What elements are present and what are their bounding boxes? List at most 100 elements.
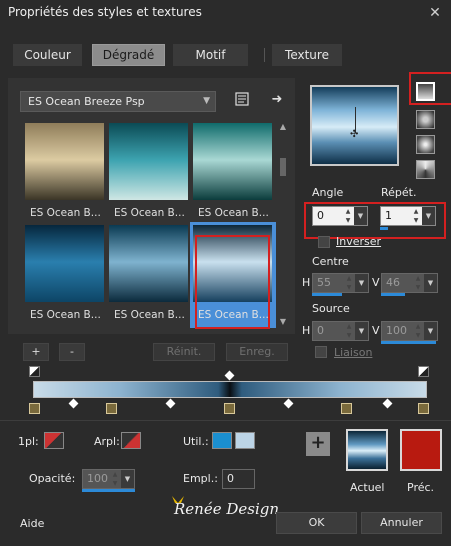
source-h-field[interactable]: 0 ▲ ▼ ▼ [312,321,369,341]
color-stop-icon[interactable] [29,403,40,414]
add-to-swatches-button[interactable]: + [306,432,330,456]
source-v-slider-bar[interactable] [381,341,436,344]
radial-style-icon[interactable] [416,135,435,154]
linear-style-icon[interactable] [416,82,435,101]
pl-label: 1pl: [18,435,39,448]
centre-v-label: V [372,276,380,289]
opacity-stop-left-icon[interactable] [29,366,40,377]
swatch-label: ES Ocean B... [198,207,269,219]
preset-browse-icon[interactable] [234,92,250,108]
previous-preview[interactable] [400,429,442,471]
user-color-2-swatch[interactable] [235,432,255,449]
scroll-thumb[interactable] [280,158,286,176]
sunburst-style-icon[interactable] [416,160,435,179]
remove-preset-button[interactable]: - [59,343,85,361]
color-stop-icon[interactable] [341,403,352,414]
reset-button[interactable]: Réinit. [153,343,215,361]
source-v-field[interactable]: 100 ▲ ▼ ▼ [381,321,438,341]
color-stop-icon[interactable] [418,403,429,414]
repeat-field[interactable]: 1 ▲ ▼ ▼ [380,206,436,226]
opacity-slider-bar[interactable] [82,489,135,492]
arrow-right-icon[interactable]: ➜ [269,92,285,108]
angle-label: Angle [312,186,344,199]
gradient-bar[interactable] [33,381,427,398]
location-value: 0 [227,472,234,485]
invert-label: Inverser [336,235,382,248]
gradient-swatch[interactable] [25,123,104,200]
location-field[interactable]: 0 [222,469,255,489]
source-v-label: V [372,324,380,337]
chevron-down-icon[interactable]: ▼ [424,322,437,340]
scroll-down-icon[interactable]: ▼ [278,317,288,327]
centre-h-label: H [302,276,311,289]
opacity-midpoint-icon[interactable] [224,370,235,381]
color-stop-icon[interactable] [224,403,235,414]
chevron-down-icon: ▼ [203,96,210,106]
source-h-label: H [302,324,311,337]
chevron-down-icon[interactable]: ▼ [355,322,368,340]
gradient-swatch[interactable] [25,225,104,302]
angle-field[interactable]: 0 ▲ ▼ ▼ [312,206,368,226]
chevron-down-icon[interactable]: ▼ [424,274,437,292]
gradient-swatch[interactable] [109,123,188,200]
rectangular-style-icon[interactable] [416,110,435,129]
tab-texture[interactable]: Texture [272,44,342,66]
center-crosshair-icon: ✣ [350,129,359,140]
cancel-button[interactable]: Annuler [361,512,442,534]
annotation-box-swatch [195,235,270,329]
centre-v-slider-bar[interactable] [381,293,405,296]
invert-checkbox[interactable] [318,236,330,248]
foreground-stop-icon[interactable] [44,432,64,449]
swatch-scrollbar[interactable]: ▲ ▼ [278,122,288,327]
spin-arrows-icon[interactable]: ▲ ▼ [110,470,120,488]
gradient-swatch[interactable] [193,123,272,200]
color-midpoint-icon[interactable] [165,398,176,409]
window-title: Propriétés des styles et textures [8,5,202,19]
opacity-field[interactable]: 100 ▲ ▼ ▼ [82,469,135,489]
centre-h-value: 55 [317,276,331,289]
spin-arrows-icon[interactable]: ▲ ▼ [411,207,421,225]
chevron-down-icon[interactable]: ▼ [354,207,367,225]
color-midpoint-icon[interactable] [283,398,294,409]
repeat-slider-bar[interactable] [380,227,388,230]
arpl-label: Arpl: [94,435,120,448]
section-divider [0,420,451,421]
tab-couleur[interactable]: Couleur [13,44,82,66]
current-preview[interactable] [346,429,388,471]
ok-button[interactable]: OK [276,512,357,534]
color-stop-icon[interactable] [106,403,117,414]
close-button[interactable]: ✕ [425,3,445,23]
preset-dropdown[interactable]: ES Ocean Breeze Psp ▼ [20,91,216,112]
tab-degrade[interactable]: Dégradé [92,44,165,66]
background-stop-icon[interactable] [121,432,141,449]
current-label: Actuel [350,481,385,494]
chevron-down-icon[interactable]: ▼ [121,470,134,488]
spin-arrows-icon[interactable]: ▲ ▼ [413,322,423,340]
chevron-down-icon[interactable]: ▼ [422,207,435,225]
color-midpoint-icon[interactable] [68,398,79,409]
preset-dropdown-value: ES Ocean Breeze Psp [28,95,145,108]
scroll-up-icon[interactable]: ▲ [278,122,288,132]
centre-h-field[interactable]: 55 ▲ ▼ ▼ [312,273,369,293]
help-link[interactable]: Aide [20,517,44,530]
gradient-swatch[interactable] [109,225,188,302]
link-checkbox[interactable] [315,346,327,358]
chevron-down-icon[interactable]: ▼ [355,274,368,292]
swatch-label: ES Ocean B... [30,309,101,321]
repeat-label: Répét. [381,186,417,199]
spin-arrows-icon[interactable]: ▲ ▼ [413,274,423,292]
spin-arrows-icon[interactable]: ▲ ▼ [344,274,354,292]
spin-arrows-icon[interactable]: ▲ ▼ [343,207,353,225]
user-color-1-swatch[interactable] [212,432,232,449]
color-midpoint-icon[interactable] [382,398,393,409]
spin-arrows-icon[interactable]: ▲ ▼ [344,322,354,340]
centre-v-field[interactable]: 46 ▲ ▼ ▼ [381,273,438,293]
save-button[interactable]: Enreg. [226,343,288,361]
repeat-value: 1 [385,209,392,222]
add-preset-button[interactable]: + [23,343,49,361]
centre-h-slider-bar[interactable] [312,293,342,296]
gradient-preview[interactable]: ✣ [310,85,399,166]
opacity-stop-right-icon[interactable] [418,366,429,377]
tab-motif[interactable]: Motif [173,44,248,66]
swatch-label: ES Ocean B... [30,207,101,219]
